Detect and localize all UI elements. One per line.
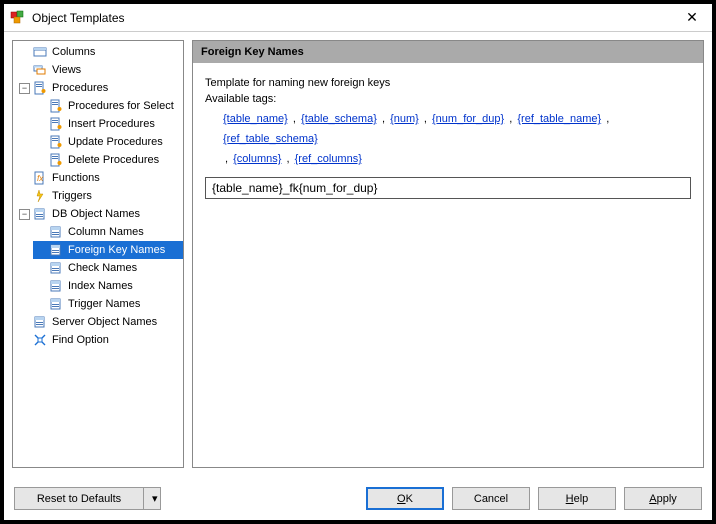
- tag-link[interactable]: {ref_table_name}: [517, 113, 601, 125]
- function-icon: fx: [33, 171, 47, 185]
- tag-link[interactable]: {table_schema}: [301, 113, 377, 125]
- tree-item-procedures-select[interactable]: Procedures for Select: [33, 97, 183, 115]
- tree-item-views[interactable]: Views: [17, 61, 183, 79]
- ok-button[interactable]: OK: [366, 487, 444, 510]
- close-button[interactable]: ✕: [678, 9, 706, 26]
- reset-defaults-button[interactable]: Reset to Defaults: [14, 487, 144, 510]
- tree-item-foreign-key-names[interactable]: Foreign Key Names: [33, 241, 183, 259]
- tree-item-server-object-names[interactable]: Server Object Names: [17, 313, 183, 331]
- tree-item-functions[interactable]: fx Functions: [17, 169, 183, 187]
- tree-panel: Columns Views − Procedu: [12, 40, 184, 468]
- detail-panel: Foreign Key Names Template for naming ne…: [192, 40, 704, 468]
- tree-item-find-option[interactable]: Find Option: [17, 331, 183, 349]
- template-description: Template for naming new foreign keys: [205, 77, 691, 89]
- svg-text:fx: fx: [37, 174, 44, 183]
- find-icon: [33, 333, 47, 347]
- tree-item-update-procedures[interactable]: Update Procedures: [33, 133, 183, 151]
- help-button[interactable]: Help: [538, 487, 616, 510]
- panel-header: Foreign Key Names: [193, 41, 703, 63]
- tree-item-column-names[interactable]: Column Names: [33, 223, 183, 241]
- nav-tree: Columns Views − Procedu: [13, 43, 183, 351]
- tree-item-insert-procedures[interactable]: Insert Procedures: [33, 115, 183, 133]
- content-area: Columns Views − Procedu: [4, 32, 712, 476]
- tree-item-check-names[interactable]: Check Names: [33, 259, 183, 277]
- expander-spacer: [19, 47, 30, 58]
- apply-button[interactable]: Apply: [624, 487, 702, 510]
- reset-defaults-dropdown[interactable]: ▾: [143, 487, 161, 510]
- chevron-down-icon: ▾: [152, 493, 158, 505]
- procedure-icon: [33, 81, 47, 95]
- tag-link[interactable]: {columns}: [233, 153, 281, 165]
- tag-link[interactable]: {ref_table_schema}: [223, 133, 318, 145]
- tree-item-columns[interactable]: Columns: [17, 43, 183, 61]
- tag-link[interactable]: {num_for_dup}: [432, 113, 504, 125]
- available-tags: {table_name} , {table_schema} , {num} , …: [223, 109, 691, 169]
- reset-defaults-group: Reset to Defaults ▾: [14, 487, 161, 510]
- tree-item-index-names[interactable]: Index Names: [33, 277, 183, 295]
- names-icon: [49, 225, 63, 239]
- collapse-icon[interactable]: −: [19, 209, 30, 220]
- columns-icon: [33, 45, 47, 59]
- names-icon: [49, 279, 63, 293]
- names-icon: [49, 261, 63, 275]
- titlebar: Object Templates ✕: [4, 4, 712, 32]
- names-icon: [49, 297, 63, 311]
- db-names-icon: [33, 207, 47, 221]
- tag-link[interactable]: {table_name}: [223, 113, 288, 125]
- procedure-icon: [49, 153, 63, 167]
- tree-item-triggers[interactable]: Triggers: [17, 187, 183, 205]
- procedure-icon: [49, 117, 63, 131]
- collapse-icon[interactable]: −: [19, 83, 30, 94]
- procedure-icon: [49, 99, 63, 113]
- button-bar: Reset to Defaults ▾ OK Cancel Help Apply: [4, 476, 712, 520]
- names-icon: [49, 243, 63, 257]
- tag-link[interactable]: {ref_columns}: [295, 153, 362, 165]
- views-icon: [33, 63, 47, 77]
- window-title: Object Templates: [32, 11, 678, 25]
- tree-item-delete-procedures[interactable]: Delete Procedures: [33, 151, 183, 169]
- procedure-icon: [49, 135, 63, 149]
- available-tags-label: Available tags:: [205, 93, 691, 105]
- template-input[interactable]: [205, 177, 691, 199]
- cancel-button[interactable]: Cancel: [452, 487, 530, 510]
- tree-item-db-object-names[interactable]: − DB Object Names: [17, 205, 183, 223]
- tree-item-procedures[interactable]: − Procedures: [17, 79, 183, 97]
- trigger-icon: [33, 189, 47, 203]
- app-icon: [10, 10, 26, 26]
- tree-item-trigger-names[interactable]: Trigger Names: [33, 295, 183, 313]
- tag-link[interactable]: {num}: [390, 113, 419, 125]
- tree-label: Columns: [50, 46, 97, 58]
- server-names-icon: [33, 315, 47, 329]
